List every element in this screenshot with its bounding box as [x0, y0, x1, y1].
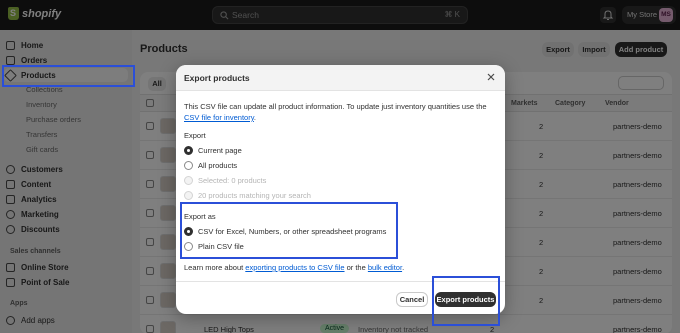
radio-selected-products: Selected: 0 products: [184, 175, 266, 186]
radio-all-products[interactable]: All products: [184, 160, 237, 171]
csv-inventory-link[interactable]: CSV file for inventory: [184, 113, 254, 122]
dialog-title: Export products: [184, 73, 250, 83]
radio-icon: [184, 191, 193, 200]
close-icon[interactable]: [486, 72, 496, 82]
highlight-export-as: [180, 202, 398, 259]
radio-selected-icon: [184, 146, 193, 155]
radio-current-page[interactable]: Current page: [184, 145, 242, 156]
exporting-csv-link[interactable]: exporting products to CSV file: [245, 263, 344, 272]
dialog-header: Export products: [176, 65, 505, 91]
intro-end: .: [253, 113, 256, 122]
radio-label: Current page: [198, 146, 242, 155]
intro-text: This CSV file can update all product inf…: [184, 102, 487, 111]
dialog-intro: This CSV file can update all product inf…: [184, 101, 494, 123]
radio-matching-search: 20 products matching your search: [184, 190, 311, 201]
cancel-button[interactable]: Cancel: [396, 292, 428, 307]
learn-more-text: Learn more about exporting products to C…: [184, 263, 404, 272]
highlight-export-button: [432, 276, 500, 326]
bulk-editor-link[interactable]: bulk editor: [368, 263, 402, 272]
radio-icon: [184, 161, 193, 170]
export-scope-label: Export: [184, 131, 206, 140]
learn-end: .: [402, 263, 405, 272]
highlight-products-nav: [2, 65, 135, 87]
radio-icon: [184, 176, 193, 185]
radio-label: All products: [198, 161, 238, 170]
learn-prefix: Learn more about: [184, 263, 246, 272]
radio-label: 20 products matching your search: [198, 191, 311, 200]
radio-label: Selected: 0 products: [198, 176, 267, 185]
learn-mid: or the: [344, 263, 368, 272]
